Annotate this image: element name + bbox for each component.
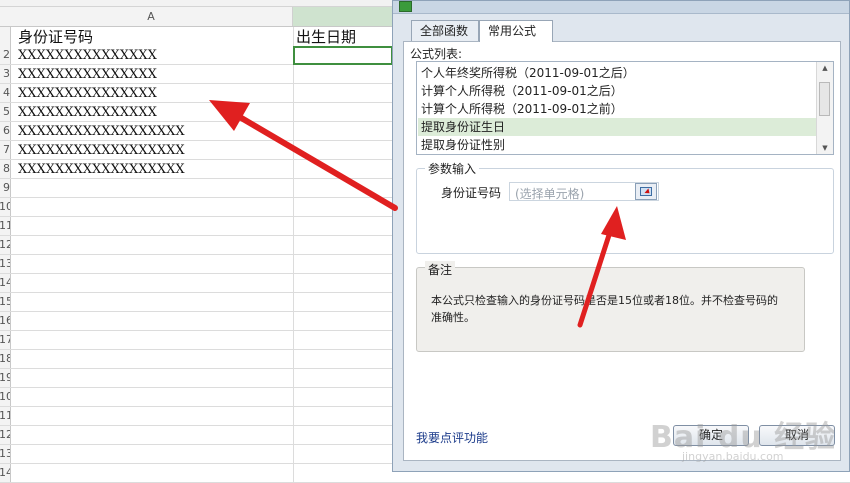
tab-all-functions[interactable]: 全部函数	[411, 20, 479, 41]
formula-item-income-tax-after[interactable]: 计算个人所得税（2011-09-01之后）	[418, 82, 816, 100]
cell-a1-header[interactable]: 身份证号码	[18, 27, 93, 47]
row-number[interactable]: 13	[0, 445, 10, 463]
notes-title: 备注	[425, 261, 456, 278]
row-number[interactable]: 15	[0, 293, 10, 311]
row-number[interactable]: 18	[0, 350, 10, 368]
id-number-cell[interactable]: XXXXXXXXXXXXXXXXXX	[18, 122, 185, 140]
formula-list-label: 公式列表:	[410, 47, 463, 61]
row-number[interactable]: 12	[0, 426, 10, 444]
parameter-input-title: 参数输入	[425, 160, 480, 177]
row-number[interactable]: 3	[0, 65, 10, 83]
id-number-cell[interactable]: XXXXXXXXXXXXXXXXXX	[18, 160, 185, 178]
row-number[interactable]: 10	[0, 198, 10, 216]
insert-function-dialog: 全部函数 常用公式 公式列表: 个人年终奖所得税（2011-09-01之后） 计…	[392, 0, 850, 472]
id-number-cell[interactable]: XXXXXXXXXXXXXXX	[18, 65, 157, 83]
row-number[interactable]: 2	[0, 46, 10, 64]
row-number[interactable]: 8	[0, 160, 10, 178]
id-number-label: 身份证号码	[441, 186, 502, 200]
selected-cell-b2[interactable]	[293, 46, 393, 65]
row-number[interactable]: 5	[0, 103, 10, 121]
notes-text: 本公式只检查输入的身份证号码是否是15位或者18位。并不检查号码的准确性。	[431, 294, 778, 324]
tab-common-formulas[interactable]: 常用公式	[479, 20, 553, 42]
formula-item-extract-birthday[interactable]: 提取身份证生日	[418, 118, 816, 136]
row-number[interactable]: 19	[0, 369, 10, 387]
scroll-thumb[interactable]	[819, 82, 830, 116]
id-number-cell[interactable]: XXXXXXXXXXXXXXXXXX	[18, 141, 185, 159]
id-number-placeholder: (选择单元格)	[515, 187, 585, 201]
row-number[interactable]: 9	[0, 179, 10, 197]
id-number-cell[interactable]: XXXXXXXXXXXXXXX	[18, 103, 157, 121]
scroll-up-icon[interactable]: ▲	[820, 64, 830, 72]
id-number-cell[interactable]: XXXXXXXXXXXXXXX	[18, 46, 157, 64]
dialog-title-bar[interactable]	[393, 1, 849, 14]
row-number[interactable]: 16	[0, 312, 10, 330]
row-number[interactable]: 7	[0, 141, 10, 159]
row-number[interactable]: 17	[0, 331, 10, 349]
id-number-cell[interactable]: XXXXXXXXXXXXXXX	[18, 84, 157, 102]
baidu-watermark: Bai du 经验 jingyan.baidu.com	[650, 412, 850, 483]
row-number[interactable]: 14	[0, 274, 10, 292]
row-number[interactable]: 6	[0, 122, 10, 140]
select-cell-button[interactable]	[635, 183, 657, 200]
formula-item-income-tax-before[interactable]: 计算个人所得税（2011-09-01之前）	[418, 100, 816, 118]
formula-item-extract-gender[interactable]: 提取身份证性别	[418, 136, 816, 154]
row-number[interactable]: 11	[0, 217, 10, 235]
column-header-b[interactable]	[293, 7, 393, 26]
row-number[interactable]: 12	[0, 236, 10, 254]
row-number[interactable]: 14	[0, 464, 10, 482]
parameter-input-group	[416, 168, 834, 254]
cell-b1-header[interactable]: 出生日期	[296, 27, 356, 47]
scroll-down-icon[interactable]: ▼	[820, 144, 830, 152]
row-number[interactable]: 13	[0, 255, 10, 273]
review-feature-link[interactable]: 我要点评功能	[416, 429, 488, 446]
app-icon	[399, 1, 412, 12]
formula-list-scrollbar[interactable]: ▲ ▼	[816, 62, 833, 154]
watermark-url: jingyan.baidu.com	[682, 450, 784, 463]
row-number[interactable]: 11	[0, 407, 10, 425]
row-number[interactable]: 4	[0, 84, 10, 102]
formula-item-year-end-bonus-tax[interactable]: 个人年终奖所得税（2011-09-01之后）	[418, 64, 816, 82]
row-number[interactable]: 10	[0, 388, 10, 406]
column-header-a[interactable]: A	[10, 7, 293, 26]
formula-list[interactable]: 个人年终奖所得税（2011-09-01之后） 计算个人所得税（2011-09-0…	[416, 61, 834, 155]
